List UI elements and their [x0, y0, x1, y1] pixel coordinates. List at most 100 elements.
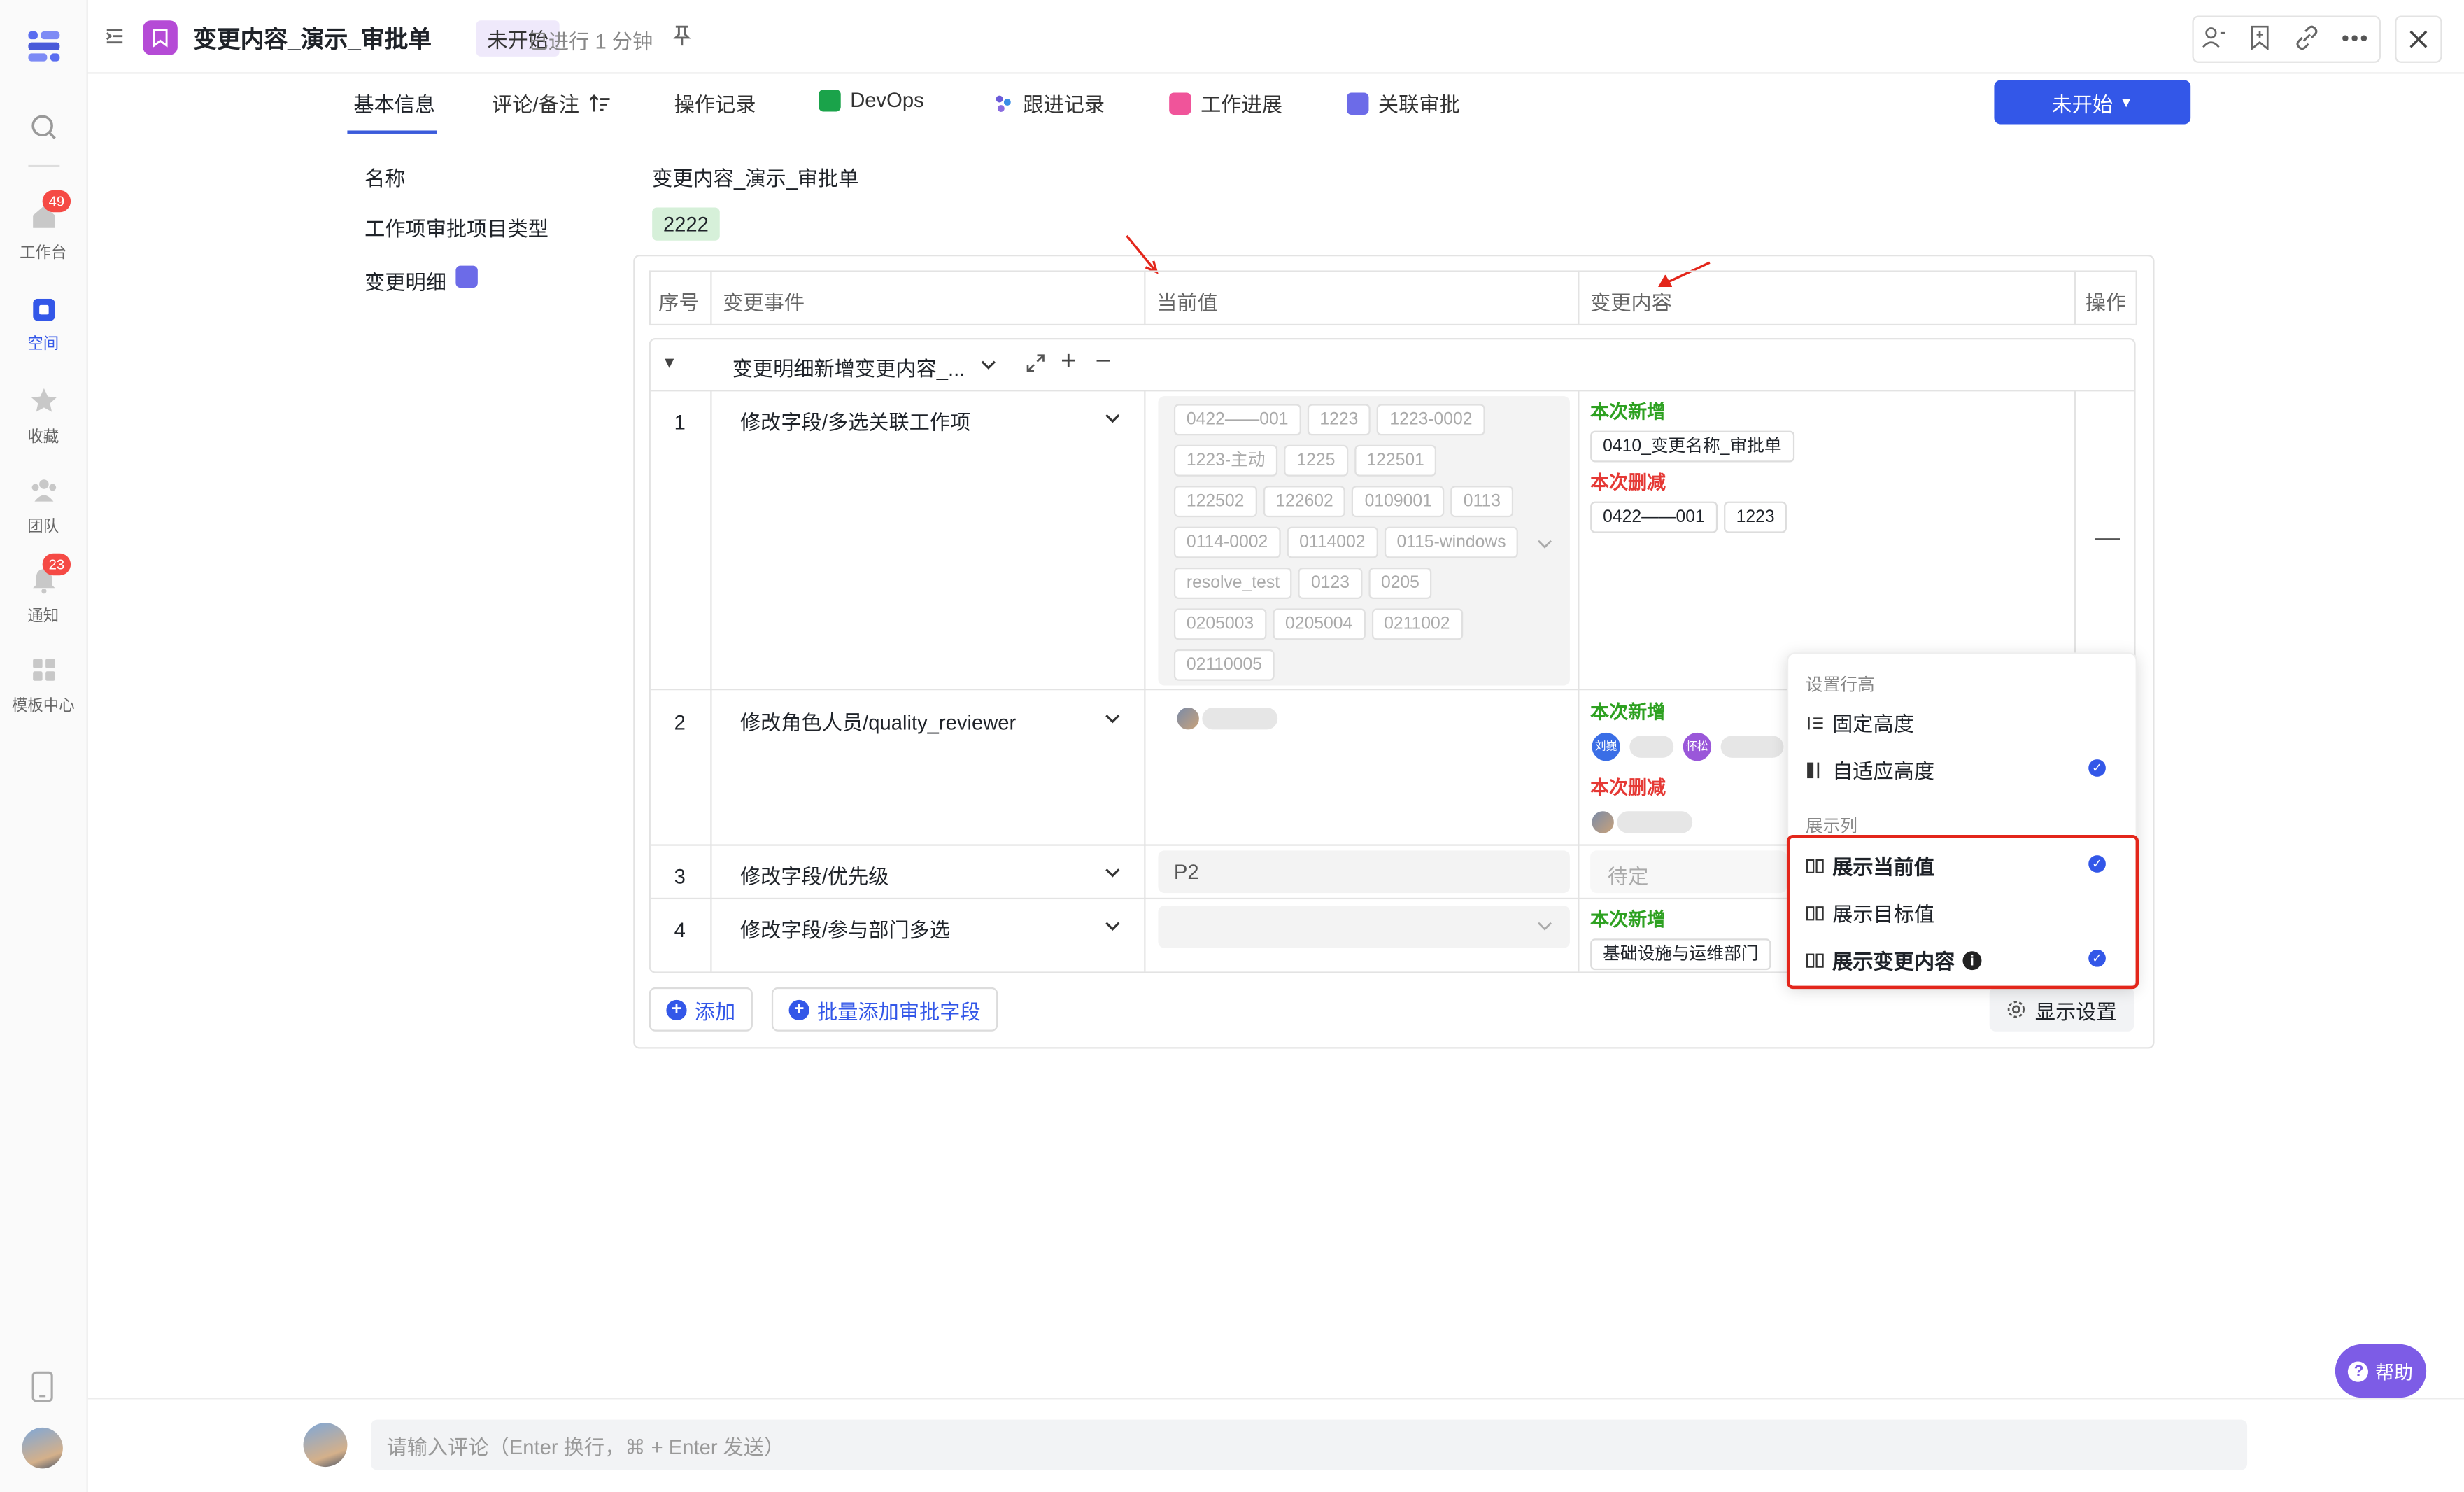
value-chip: 0114002 [1287, 526, 1378, 558]
current-chip-list: 0422——001 1223 1223-00021223-主动 1225 1225011… [1173, 404, 1527, 690]
pin-icon[interactable] [672, 25, 691, 55]
sidebar-item-team[interactable]: 团队 [0, 474, 87, 536]
col-header-event: 变更事件 [723, 290, 805, 315]
detail-label: 变更明细 [364, 270, 446, 295]
chevron-down-icon[interactable] [979, 357, 998, 372]
display-settings-button[interactable]: 显示设置 [1989, 987, 2134, 1032]
added-chip: 基础设施与运维部门 [1590, 938, 1771, 971]
value-chip: 122502 [1173, 486, 1257, 518]
user-avatar[interactable] [22, 1427, 63, 1469]
sidebar-item-favorites[interactable]: 收藏 [0, 385, 87, 446]
value-chip: 1225 [1284, 444, 1348, 477]
chevron-down-icon[interactable] [1103, 918, 1122, 934]
col-header-index: 序号 [658, 290, 700, 315]
close-button[interactable] [2395, 15, 2442, 63]
row-event[interactable]: 修改字段/优先级 [740, 860, 889, 890]
type-value-chip[interactable]: 2222 [652, 207, 720, 241]
expand-icon[interactable] [1026, 353, 1045, 372]
tab-operation-log[interactable]: 操作记录 [674, 88, 756, 118]
sidebar-item-workbench[interactable]: 工作台 49 [0, 190, 87, 262]
question-icon: ? [2348, 1360, 2370, 1381]
batch-add-button[interactable]: + 批量添加审批字段 [771, 987, 998, 1032]
row-index: 4 [674, 918, 686, 942]
added-label: 本次新增 [1590, 908, 1666, 931]
remove-row-button[interactable]: — [2095, 525, 2120, 553]
tab-follow-up[interactable]: 跟进记录 [991, 88, 1105, 118]
active-tab-indicator [347, 130, 437, 134]
team-icon [31, 479, 56, 502]
search-icon[interactable] [28, 112, 59, 151]
row-index: 2 [674, 710, 686, 735]
current-value-field[interactable] [1158, 906, 1570, 948]
members-icon[interactable] [2202, 25, 2227, 58]
bookmark-icon [143, 20, 178, 55]
mobile-icon[interactable] [30, 1371, 55, 1410]
added-label: 本次新增 [1590, 400, 1666, 423]
plus-icon: + [788, 999, 809, 1020]
value-chip: 0205004 [1273, 608, 1366, 640]
name-value[interactable]: 变更内容_演示_审批单 [652, 162, 858, 192]
removed-label: 本次删减 [1590, 776, 1666, 799]
row-event[interactable]: 修改字段/参与部门多选 [740, 913, 950, 943]
auto-height-option[interactable]: 自适应高度 [1806, 754, 1934, 784]
bookmark-add-icon[interactable] [2249, 25, 2270, 58]
value-chip: 0211002 [1371, 608, 1463, 640]
removed-chip: 1223 [1723, 501, 1787, 533]
row-event[interactable]: 修改字段/多选关联工作项 [740, 406, 970, 436]
current-user-tag[interactable] [1177, 704, 1278, 732]
link-icon[interactable] [2294, 25, 2319, 58]
value-chip: 0113 [1450, 486, 1513, 518]
add-row-icon[interactable]: + [1061, 346, 1076, 377]
type-label: 工作项审批项目类型 [364, 217, 548, 241]
add-button[interactable]: + 添加 [649, 987, 753, 1032]
app-logo[interactable] [24, 27, 64, 72]
chevron-down-icon[interactable] [1103, 865, 1122, 880]
chevron-down-icon[interactable] [1103, 710, 1122, 726]
row-event[interactable]: 修改角色人员/quality_reviewer [740, 706, 1016, 736]
col-header-action: 操作 [2085, 290, 2127, 315]
chevron-down-icon[interactable] [1537, 537, 1552, 550]
sidebar-item-space[interactable]: 空间 [0, 298, 87, 353]
devops-icon [819, 88, 841, 111]
row-index: 1 [674, 410, 686, 435]
value-chip: 0123 [1298, 568, 1362, 599]
tab-work-progress[interactable]: 工作进展 [1169, 88, 1282, 118]
change-value: 待定 [1607, 864, 1649, 889]
value-chip: 1223 [1307, 404, 1371, 436]
tab-devops[interactable]: DevOps [819, 88, 924, 112]
collapse-sidebar-icon[interactable] [104, 25, 125, 55]
auto-height-icon [1807, 761, 1820, 777]
chevron-down-icon[interactable] [1537, 920, 1552, 932]
group-title[interactable]: 变更明细新增变更内容_... [732, 352, 965, 382]
help-button[interactable]: ? 帮助 [2335, 1344, 2427, 1398]
tab-basic-info[interactable]: 基本信息 [353, 88, 435, 118]
status-dropdown-button[interactable]: 未开始 ▼ [1994, 80, 2191, 125]
tab-linked-approval[interactable]: 关联审批 [1346, 88, 1460, 118]
sidebar-item-notifications[interactable]: 通知 23 [0, 553, 87, 626]
gear-icon [2007, 1001, 2025, 1018]
value-chip: 0422——001 [1173, 404, 1301, 436]
progress-icon [1169, 92, 1191, 114]
value-chip: 122501 [1354, 444, 1437, 477]
value-chip: 0205 [1368, 568, 1432, 599]
comment-input[interactable]: 请输入评论（Enter 换行，⌘ + Enter 发送） [371, 1419, 2248, 1470]
tab-comments[interactable]: 评论/备注 [492, 88, 611, 118]
current-value-field[interactable] [1158, 850, 1570, 894]
page-title: 变更内容_演示_审批单 [193, 27, 432, 54]
row-index: 3 [674, 864, 686, 889]
remove-row-icon[interactable]: − [1096, 346, 1111, 377]
fixed-height-icon [1808, 716, 1823, 729]
chevron-down-icon[interactable] [1103, 410, 1122, 425]
sidebar-item-templates[interactable]: 模板中心 [0, 654, 87, 715]
value-chip: 0109001 [1352, 486, 1445, 518]
collapse-triangle-icon[interactable]: ▼ [662, 356, 677, 373]
more-icon[interactable]: ••• [2342, 25, 2370, 50]
value-chip: 1223-主动 [1173, 444, 1278, 477]
fixed-height-option[interactable]: 固定高度 [1806, 708, 1914, 738]
col-header-change: 变更内容 [1590, 290, 1672, 315]
removed-user-tag [1592, 808, 1693, 836]
notification-badge: 23 [42, 553, 71, 576]
value-chip: 0115-windows [1384, 526, 1519, 558]
added-chip: 0410_变更名称_审批单 [1590, 430, 1794, 463]
removed-chip: 0422——001 [1590, 501, 1718, 533]
